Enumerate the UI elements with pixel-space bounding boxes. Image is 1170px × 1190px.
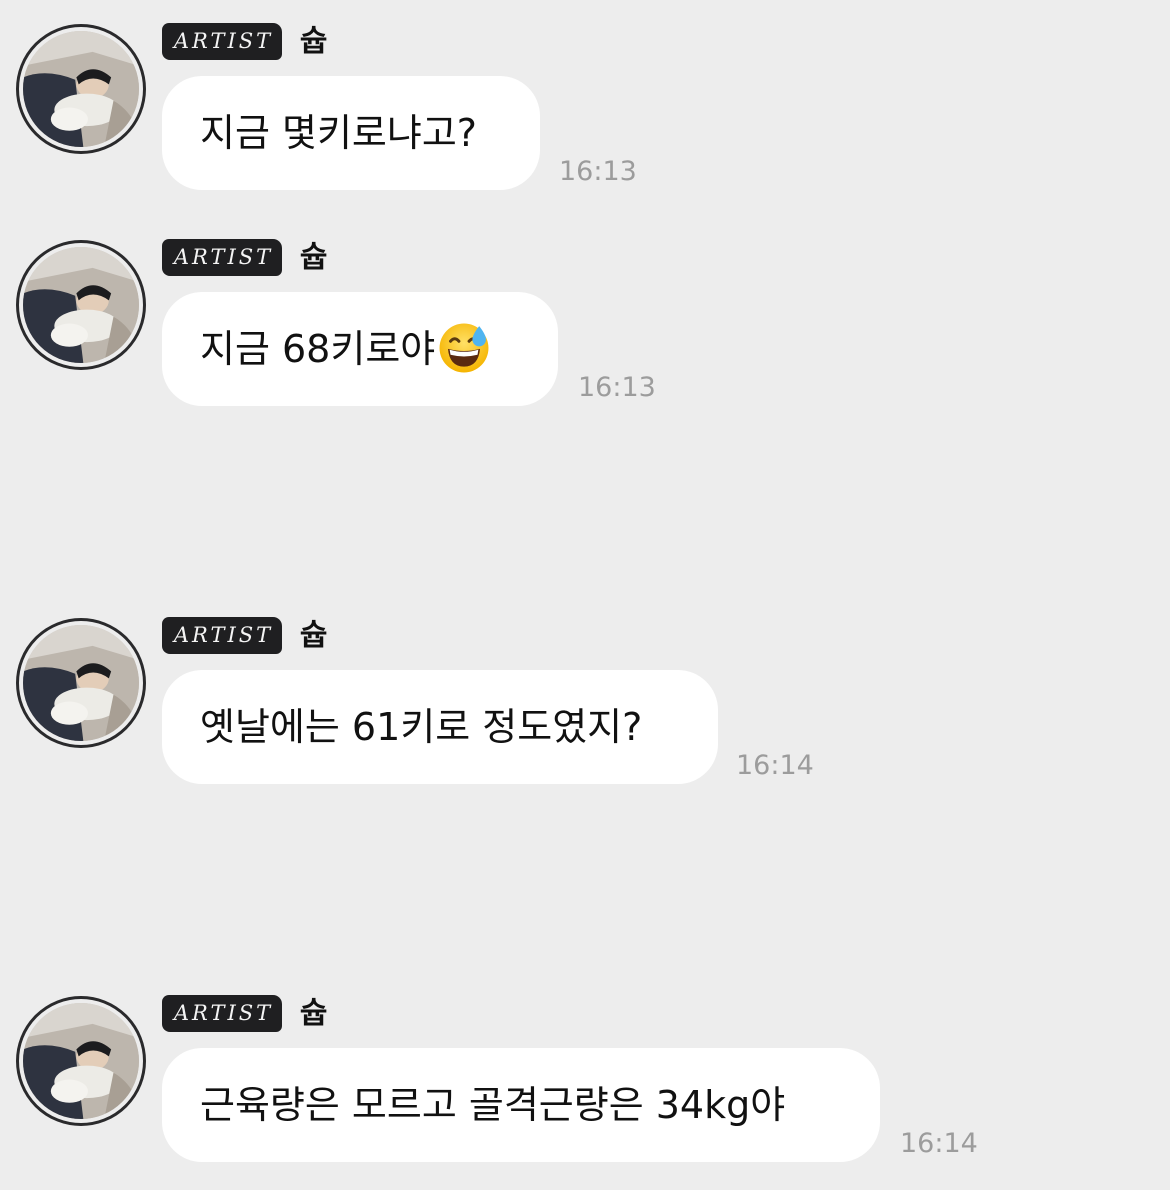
sender-name: 슙: [300, 240, 328, 275]
sender-name: 슙: [300, 996, 328, 1031]
message-bubble[interactable]: 지금 68키로야: [162, 292, 558, 406]
artist-badge: ARTIST: [162, 995, 282, 1032]
avatar[interactable]: [16, 240, 146, 370]
chat-message: ARTIST 슙 지금 몇키로냐고? 16:13: [0, 0, 1170, 200]
message-bubble[interactable]: 옛날에는 61키로 정도였지?: [162, 670, 718, 784]
avatar-photo: [23, 625, 139, 741]
message-time: 16:13: [578, 372, 656, 403]
artist-badge: ARTIST: [162, 23, 282, 60]
sender-name: 슙: [300, 24, 328, 59]
message-time: 16:14: [736, 750, 814, 781]
avatar-photo: [23, 31, 139, 147]
message-bubble[interactable]: 근육량은 모르고 골격근량은 34kg야: [162, 1048, 880, 1162]
avatar[interactable]: [16, 618, 146, 748]
message-text: 지금 68키로야: [200, 327, 436, 371]
chat-message: ARTIST 슙 근육량은 모르고 골격근량은 34kg야 16:14: [0, 972, 1170, 1172]
avatar[interactable]: [16, 24, 146, 154]
avatar-photo: [23, 247, 139, 363]
message-text: 옛날에는 61키로 정도였지?: [200, 705, 643, 749]
avatar-photo: [23, 1003, 139, 1119]
sender-name: 슙: [300, 618, 328, 653]
message-text: 지금 몇키로냐고?: [200, 111, 477, 155]
chat-message: ARTIST 슙 옛날에는 61키로 정도였지? 16:14: [0, 594, 1170, 794]
chat-message: ARTIST 슙 지금 68키로야 16:13: [0, 216, 1170, 416]
artist-badge: ARTIST: [162, 617, 282, 654]
message-time: 16:13: [559, 156, 637, 187]
message-text: 근육량은 모르고 골격근량은 34kg야: [200, 1083, 786, 1127]
avatar[interactable]: [16, 996, 146, 1126]
grinning-face-with-sweat-icon: [439, 323, 489, 372]
message-bubble[interactable]: 지금 몇키로냐고?: [162, 76, 540, 190]
artist-badge: ARTIST: [162, 239, 282, 276]
chat-screen: ARTIST 슙 지금 몇키로냐고? 16:13 ARTIST 슙 지금 68키…: [0, 0, 1170, 1190]
message-time: 16:14: [900, 1128, 978, 1159]
